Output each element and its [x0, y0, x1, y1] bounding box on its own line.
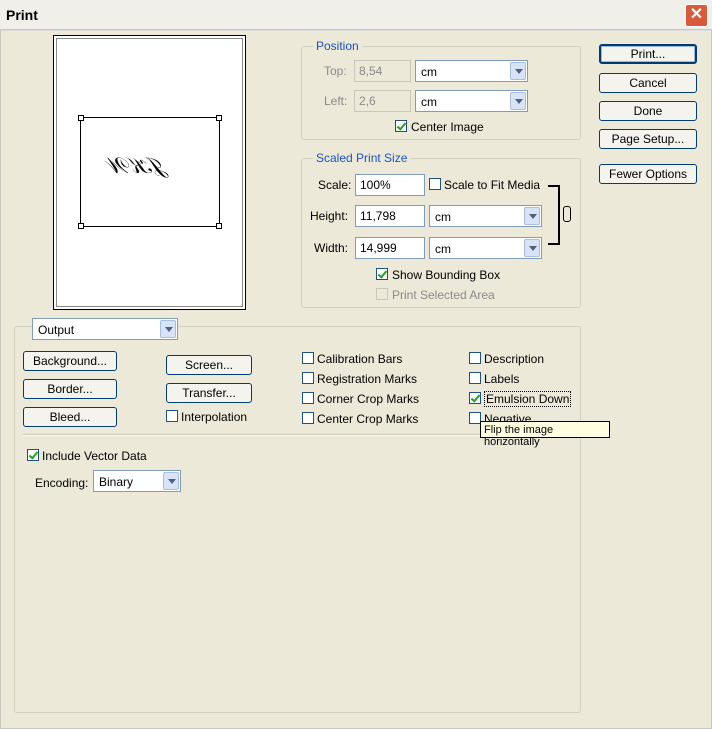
height-input[interactable]: 11,798: [355, 205, 425, 227]
width-unit-select[interactable]: cm: [429, 237, 542, 259]
chevron-down-icon: [160, 320, 176, 338]
print-button[interactable]: Print...: [599, 44, 697, 64]
emulsion-down-checkbox[interactable]: [469, 392, 481, 404]
done-button[interactable]: Done: [599, 101, 697, 121]
bleed-button[interactable]: Bleed...: [23, 407, 117, 427]
chevron-down-icon: [524, 207, 540, 225]
title-bar: [0, 0, 712, 31]
left-input[interactable]: 2,6: [354, 90, 411, 112]
center-crop-marks-label: Center Crop Marks: [317, 412, 419, 426]
transfer-button[interactable]: Transfer...: [166, 383, 252, 403]
show-bounding-box-checkbox[interactable]: [376, 268, 388, 280]
scale-to-fit-checkbox[interactable]: [429, 178, 441, 190]
description-label: Description: [484, 352, 545, 366]
interpolation-checkbox[interactable]: [166, 410, 178, 422]
corner-crop-marks-checkbox[interactable]: [302, 392, 314, 404]
bbox-handle[interactable]: [216, 115, 222, 121]
close-button[interactable]: ✕: [685, 4, 708, 27]
encoding-select[interactable]: Binary: [93, 470, 181, 492]
scale-to-fit-label: Scale to Fit Media: [444, 178, 541, 192]
labels-checkbox[interactable]: [469, 372, 481, 384]
center-image-label: Center Image: [411, 120, 484, 134]
left-label: Left:: [324, 94, 348, 108]
output-dropdown[interactable]: Output: [32, 318, 178, 340]
scale-label: Scale:: [318, 178, 352, 192]
signature-image: 𝒥𝒦𝒲: [109, 154, 168, 179]
height-unit-select[interactable]: cm: [429, 205, 542, 227]
tooltip: Flip the image horizontally: [480, 421, 610, 448]
position-legend: Position: [313, 39, 362, 53]
bbox-handle[interactable]: [216, 223, 222, 229]
corner-crop-marks-label: Corner Crop Marks: [317, 392, 420, 406]
chevron-down-icon: [510, 62, 526, 80]
width-label: Width:: [314, 241, 349, 255]
chevron-down-icon: [524, 239, 540, 257]
bounding-box[interactable]: 𝒥𝒦𝒲: [78, 115, 222, 229]
screen-button[interactable]: Screen...: [166, 355, 252, 375]
cancel-button[interactable]: Cancel: [599, 73, 697, 93]
encoding-label: Encoding:: [35, 476, 89, 490]
border-button[interactable]: Border...: [23, 379, 117, 399]
fewer-options-button[interactable]: Fewer Options: [599, 164, 697, 184]
width-input[interactable]: 14,999: [355, 237, 425, 259]
description-checkbox[interactable]: [469, 352, 481, 364]
top-input[interactable]: 8,54: [354, 60, 411, 82]
left-unit-select[interactable]: cm: [415, 90, 528, 112]
close-icon: ✕: [689, 6, 704, 23]
bbox-handle[interactable]: [78, 115, 84, 121]
registration-marks-checkbox[interactable]: [302, 372, 314, 384]
link-icon: [563, 206, 571, 222]
constrain-proportions-bracket: [548, 185, 560, 245]
interpolation-label: Interpolation: [181, 410, 248, 424]
chevron-down-icon: [510, 92, 526, 110]
scaled-legend: Scaled Print Size: [313, 151, 411, 165]
print-selected-area-checkbox[interactable]: [376, 288, 388, 300]
calibration-bars-label: Calibration Bars: [317, 352, 403, 366]
page-setup-button[interactable]: Page Setup...: [599, 129, 697, 149]
center-crop-marks-checkbox[interactable]: [302, 412, 314, 424]
scale-input[interactable]: 100%: [355, 174, 425, 196]
top-label: Top:: [324, 64, 347, 78]
calibration-bars-checkbox[interactable]: [302, 352, 314, 364]
include-vector-data-label: Include Vector Data: [42, 449, 147, 463]
print-selected-area-label: Print Selected Area: [392, 288, 495, 302]
height-label: Height:: [310, 209, 349, 223]
center-image-checkbox[interactable]: [395, 120, 407, 132]
emulsion-down-label: Emulsion Down: [484, 391, 572, 407]
window-title: Print: [6, 7, 38, 23]
registration-marks-label: Registration Marks: [317, 372, 418, 386]
labels-label: Labels: [484, 372, 520, 386]
show-bounding-box-label: Show Bounding Box: [392, 268, 501, 282]
chevron-down-icon: [163, 472, 179, 490]
bbox-handle[interactable]: [78, 223, 84, 229]
background-button[interactable]: Background...: [23, 351, 117, 371]
top-unit-select[interactable]: cm: [415, 60, 528, 82]
include-vector-data-checkbox[interactable]: [27, 449, 39, 461]
